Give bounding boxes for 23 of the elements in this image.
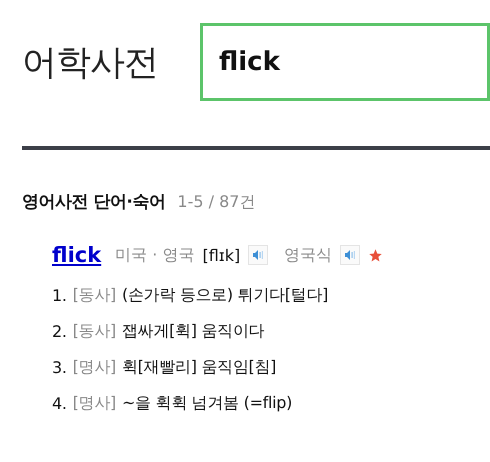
definition-number: 2.: [52, 322, 67, 340]
definition-number: 4.: [52, 394, 67, 412]
search-field[interactable]: flick: [200, 23, 490, 101]
part-of-speech: [동사]: [72, 320, 116, 342]
definition-text: (손가락 등으로) 튀기다[털다]: [122, 284, 328, 306]
speaker-icon[interactable]: [340, 245, 360, 265]
speaker-icon[interactable]: [248, 245, 268, 265]
definition-text: 잽싸게[휙] 움직이다: [122, 320, 264, 342]
definition-number: 3.: [52, 358, 67, 376]
definition-number: 1.: [52, 286, 67, 304]
region-label: 미국 · 영국: [115, 244, 194, 266]
dictionary-logo[interactable]: 어학사전: [22, 38, 200, 86]
word-link[interactable]: flick: [52, 243, 102, 267]
result-count: 1-5 / 87건: [177, 192, 256, 213]
part-of-speech: [명사]: [72, 392, 116, 414]
definition-text: 휙[재빨리] 움직임[침]: [122, 356, 276, 378]
star-icon[interactable]: [368, 248, 384, 262]
definition-text: ~을 휙휙 넘겨봄 (=flip): [122, 392, 292, 414]
section-title: 영어사전 단어·숙어: [22, 191, 166, 213]
region-label: 영국식: [284, 244, 332, 266]
pronunciation: [flɪk]: [202, 246, 240, 264]
part-of-speech: [명사]: [72, 356, 116, 378]
part-of-speech: [동사]: [72, 284, 116, 306]
